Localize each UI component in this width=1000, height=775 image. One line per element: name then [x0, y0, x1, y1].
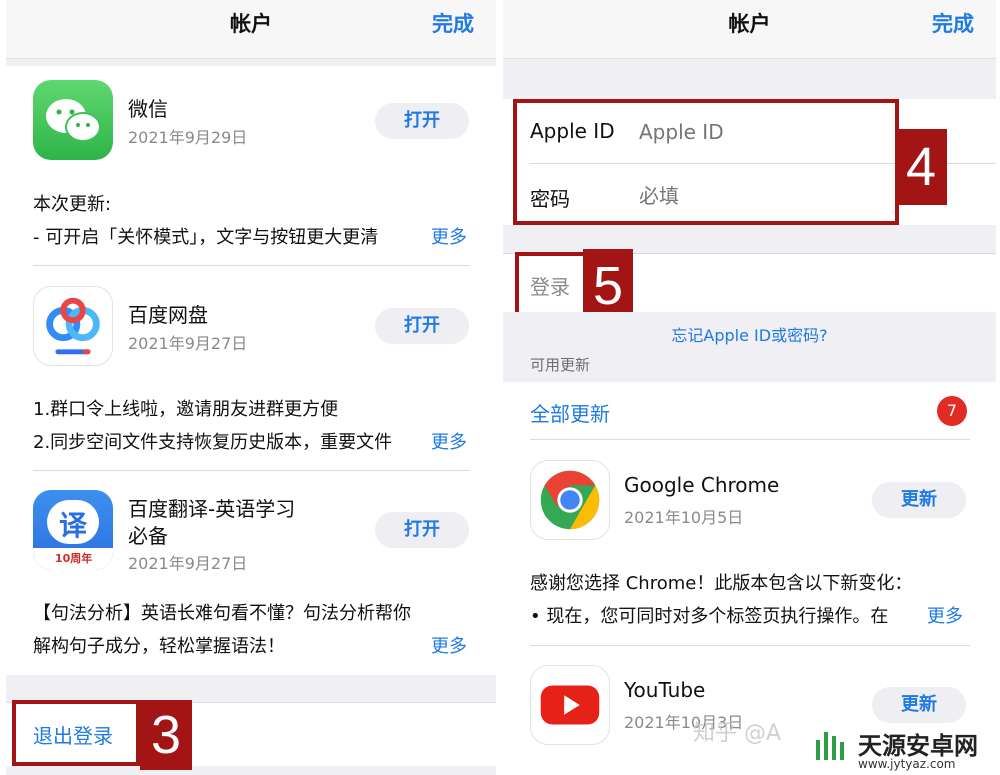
annotation-box	[513, 99, 899, 225]
divider	[530, 645, 970, 646]
step-number-4: 4	[895, 129, 947, 205]
divider	[530, 439, 970, 440]
update-notes-line: • 现在，您可同时对多个标签页执行操作。在	[530, 606, 889, 627]
section-gap	[6, 766, 496, 775]
icon-text: 译	[59, 509, 88, 542]
chrome-icon	[530, 460, 610, 540]
step-number-3: 3	[140, 700, 192, 770]
nav-title: 帐户	[728, 12, 771, 36]
nav-bar: 帐户 完成	[6, 0, 496, 59]
nav-title: 帐户	[230, 12, 272, 36]
app-date: 2021年9月27日	[128, 554, 248, 573]
left-screenshot: 帐户 完成 微信 2021年9月29日 打开 本次更新: - 可开启「关怀模式」…	[6, 0, 496, 775]
open-button[interactable]: 打开	[375, 512, 469, 548]
section-gap	[6, 59, 496, 66]
divider	[33, 470, 470, 471]
site-name: 天源安卓网	[858, 732, 978, 760]
section-gap	[6, 675, 496, 702]
app-date: 2021年9月27日	[128, 334, 248, 353]
more-link[interactable]: 更多	[425, 632, 467, 658]
right-screenshot: 帐户 完成 Apple ID 密码 4 登录 5 忘记Apple ID或密码? …	[503, 0, 996, 775]
more-link[interactable]: 更多	[425, 223, 467, 249]
update-button[interactable]: 更新	[872, 687, 966, 723]
app-date: 2021年10月5日	[624, 508, 744, 527]
update-all-button[interactable]: 全部更新	[530, 398, 610, 427]
panel-divider	[496, 0, 503, 775]
zhihu-watermark: 知乎 @A	[693, 721, 782, 746]
updates-header: 可用更新	[530, 356, 591, 374]
update-notes-title: 【句法分析】英语长难句看不懂？句法分析帮你	[33, 603, 411, 624]
annotation-box	[515, 252, 587, 318]
app-name-line2: 必备	[128, 524, 168, 548]
section-gap	[503, 59, 996, 99]
more-link[interactable]: 更多	[425, 428, 467, 454]
app-name: 微信	[128, 97, 168, 121]
app-name: YouTube	[624, 678, 706, 702]
wechat-icon	[33, 80, 113, 160]
baidu-netdisk-icon	[33, 286, 113, 366]
site-logo-icon	[808, 722, 852, 766]
open-button[interactable]: 打开	[375, 308, 469, 344]
divider	[33, 265, 470, 266]
done-button[interactable]: 完成	[932, 8, 974, 38]
done-button[interactable]: 完成	[432, 8, 474, 38]
update-button[interactable]: 更新	[872, 482, 966, 518]
nav-bar: 帐户 完成	[503, 0, 996, 59]
update-notes-title: 感谢您选择 Chrome！此版本包含以下新变化：	[530, 573, 913, 594]
app-name: Google Chrome	[624, 473, 780, 497]
update-notes-title: 1.群口令上线啦，邀请朋友进群更方便	[33, 399, 339, 420]
update-notes-line: 2.同步空间文件支持恢复历史版本，重要文件	[33, 432, 393, 453]
baidu-translate-icon: 译 10周年	[33, 490, 113, 570]
section-gap	[503, 225, 996, 253]
forgot-password-link[interactable]: 忘记Apple ID或密码?	[503, 322, 996, 346]
update-notes-line: 解构句子成分，轻松掌握语法！	[33, 636, 285, 657]
sign-out-button[interactable]: 退出登录	[33, 720, 113, 749]
app-date: 2021年9月29日	[128, 128, 248, 147]
app-name: 百度翻译-英语学习	[128, 497, 296, 521]
more-link[interactable]: 更多	[921, 602, 963, 628]
app-name: 百度网盘	[128, 303, 208, 327]
update-count-badge: 7	[937, 396, 967, 426]
youtube-icon	[530, 665, 610, 745]
open-button[interactable]: 打开	[375, 103, 469, 139]
site-url: www.jytyaz.com	[858, 757, 956, 771]
update-notes-line: - 可开启「关怀模式」，文字与按钮更大更清	[33, 227, 379, 248]
update-notes-title: 本次更新:	[33, 194, 112, 215]
icon-subtext: 10周年	[55, 552, 93, 565]
